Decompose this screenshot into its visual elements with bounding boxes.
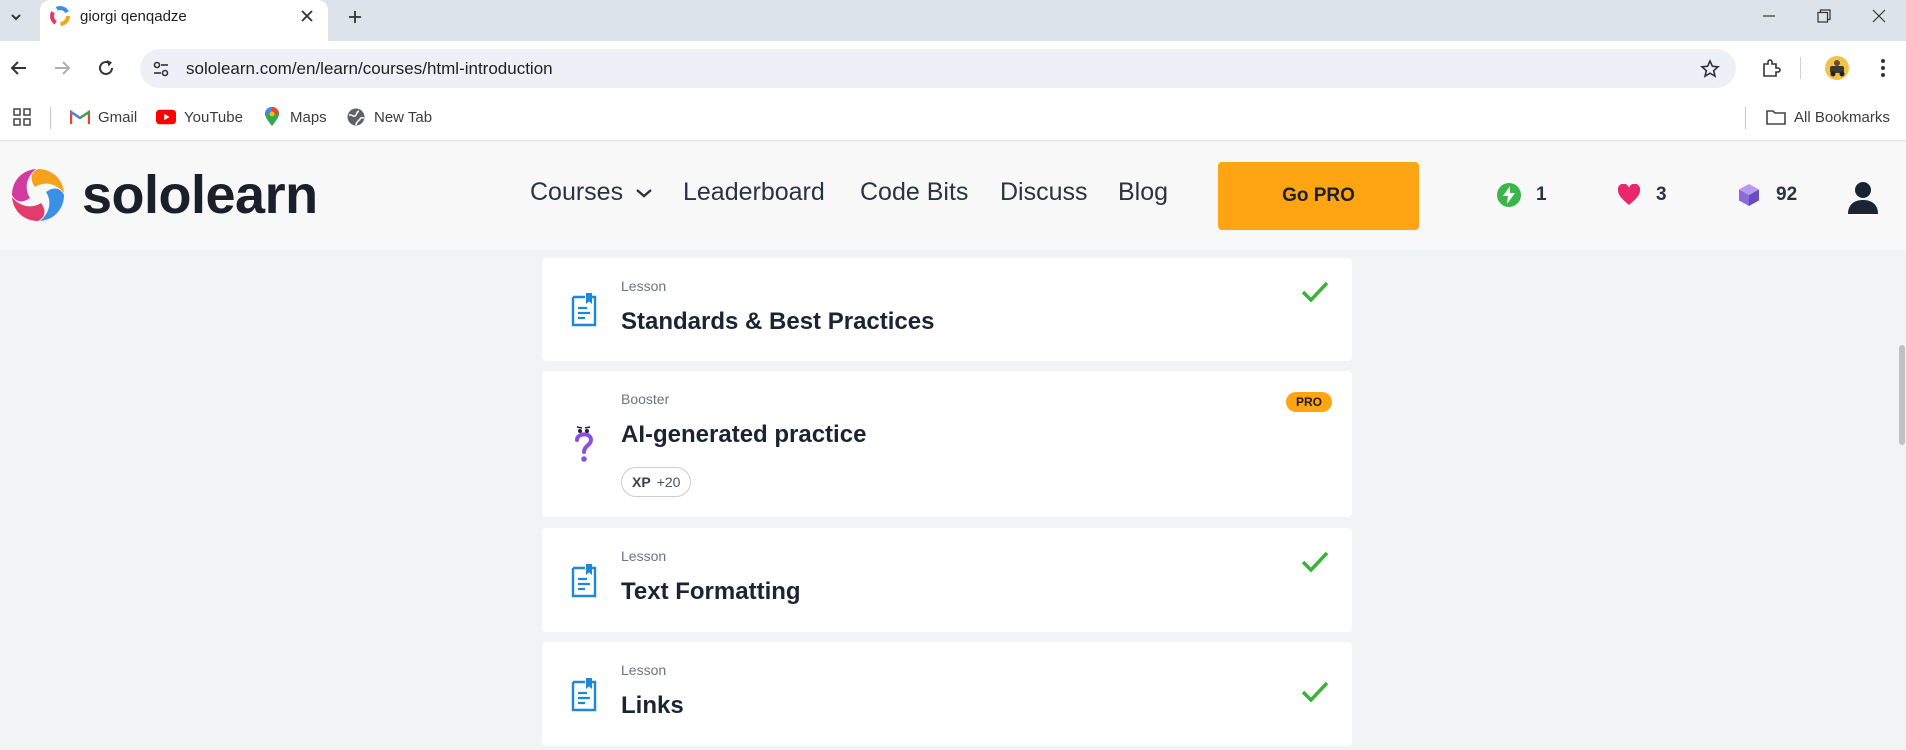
browser-toolbar: sololearn.com/en/learn/courses/html-intr…	[0, 41, 1906, 95]
tab-search-chevron-icon[interactable]	[4, 5, 28, 29]
reload-icon[interactable]	[89, 51, 123, 85]
booster-card[interactable]: Booster AI-generated practice PRO XP +20	[542, 371, 1352, 517]
logo-wordmark: sololearn	[82, 165, 318, 225]
lesson-type: Lesson	[621, 662, 667, 678]
xp-value: +20	[656, 474, 681, 490]
minimize-icon[interactable]	[1746, 0, 1792, 32]
bits-cube-icon	[1736, 182, 1762, 208]
pro-badge: PRO	[1286, 392, 1332, 412]
apps-grid-icon[interactable]	[12, 107, 32, 127]
bookmarks-divider	[50, 107, 51, 129]
tab-close-icon[interactable]	[296, 5, 318, 27]
sololearn-logo-icon	[12, 169, 64, 221]
hearts-value: 3	[1656, 184, 1667, 205]
all-bookmarks-button[interactable]: All Bookmarks	[1766, 107, 1890, 127]
profile-avatar-icon[interactable]	[1820, 51, 1854, 85]
bookmark-label: New Tab	[374, 108, 433, 126]
page-scrollbar[interactable]	[1898, 250, 1906, 750]
completed-check-icon	[1300, 550, 1330, 576]
heart-icon	[1616, 182, 1642, 208]
lesson-book-icon	[569, 675, 599, 713]
booster-question-icon	[569, 425, 599, 463]
bookmark-label: Gmail	[98, 108, 138, 126]
user-profile-icon[interactable]	[1847, 180, 1879, 214]
youtube-icon	[156, 107, 176, 127]
tab-title: giorgi qenqadze	[80, 8, 187, 25]
forward-arrow-icon[interactable]	[45, 51, 79, 85]
hearts-counter[interactable]: 3	[1616, 182, 1667, 208]
new-tab-plus-icon[interactable]	[342, 4, 368, 30]
address-bar[interactable]: sololearn.com/en/learn/courses/html-intr…	[140, 49, 1736, 88]
maps-icon	[262, 107, 282, 127]
lesson-card[interactable]: Lesson Text Formatting	[542, 528, 1352, 632]
folder-icon	[1766, 107, 1786, 127]
nav-courses-label: Courses	[530, 178, 624, 206]
lesson-book-icon	[569, 561, 599, 599]
sololearn-logo[interactable]: sololearn	[8, 164, 318, 226]
bits-value: 92	[1776, 184, 1798, 205]
bookmark-label: Maps	[290, 108, 327, 126]
page-scrollbar-thumb[interactable]	[1899, 345, 1905, 445]
lesson-card[interactable]: Lesson Links	[542, 642, 1352, 746]
bookmark-star-icon[interactable]	[1698, 57, 1722, 81]
nav-courses[interactable]: Courses	[530, 178, 653, 207]
all-bookmarks-label: All Bookmarks	[1794, 108, 1890, 126]
chrome-menu-dots-icon[interactable]	[1866, 51, 1900, 85]
toolbar-divider	[1800, 57, 1801, 79]
lesson-type: Lesson	[621, 278, 667, 294]
globe-icon	[346, 107, 366, 127]
nav-blog[interactable]: Blog	[1118, 178, 1168, 207]
extensions-puzzle-icon[interactable]	[1754, 51, 1788, 85]
lesson-title: Text Formatting	[621, 578, 801, 605]
restore-icon[interactable]	[1801, 0, 1847, 32]
chevron-down-icon	[636, 188, 652, 198]
bookmark-new-tab[interactable]: New Tab	[346, 107, 432, 127]
xp-label: XP	[632, 474, 651, 490]
bookmarks-divider	[1745, 107, 1746, 129]
url-text[interactable]: sololearn.com/en/learn/courses/html-intr…	[186, 59, 553, 79]
back-arrow-icon[interactable]	[2, 51, 36, 85]
completed-check-icon	[1300, 680, 1330, 706]
streak-counter[interactable]: 1	[1496, 182, 1547, 208]
bookmark-maps[interactable]: Maps	[262, 107, 327, 127]
site-header: sololearn Courses Leaderboard Code Bits …	[0, 142, 1906, 250]
go-pro-button[interactable]: Go PRO	[1218, 162, 1419, 230]
lesson-title: AI-generated practice	[621, 421, 867, 448]
bookmarks-bar: Gmail YouTube Maps New Tab All Bookmarks	[0, 95, 1906, 141]
nav-discuss[interactable]: Discuss	[1000, 178, 1088, 207]
bookmark-gmail[interactable]: Gmail	[70, 107, 137, 127]
sololearn-favicon-icon	[50, 6, 70, 26]
streak-bolt-icon	[1496, 182, 1522, 208]
streak-value: 1	[1536, 184, 1547, 205]
lesson-title: Links	[621, 692, 684, 719]
site-settings-icon[interactable]	[150, 58, 172, 80]
browser-tab-strip: giorgi qenqadze	[0, 0, 1906, 41]
lesson-type: Lesson	[621, 548, 667, 564]
bookmark-label: YouTube	[184, 108, 243, 126]
bookmark-youtube[interactable]: YouTube	[156, 107, 243, 127]
window-close-icon[interactable]	[1856, 0, 1902, 32]
browser-tab-active[interactable]: giorgi qenqadze	[40, 0, 328, 41]
nav-leaderboard[interactable]: Leaderboard	[683, 178, 825, 207]
gmail-icon	[70, 107, 90, 127]
bits-counter[interactable]: 92	[1736, 182, 1797, 208]
lesson-title: Standards & Best Practices	[621, 308, 935, 335]
lesson-book-icon	[569, 290, 599, 328]
lesson-card[interactable]: Lesson Standards & Best Practices	[542, 258, 1352, 361]
nav-code-bits[interactable]: Code Bits	[860, 178, 968, 207]
completed-check-icon	[1300, 280, 1330, 306]
lesson-type: Booster	[621, 391, 670, 407]
xp-reward-pill: XP +20	[621, 467, 692, 497]
